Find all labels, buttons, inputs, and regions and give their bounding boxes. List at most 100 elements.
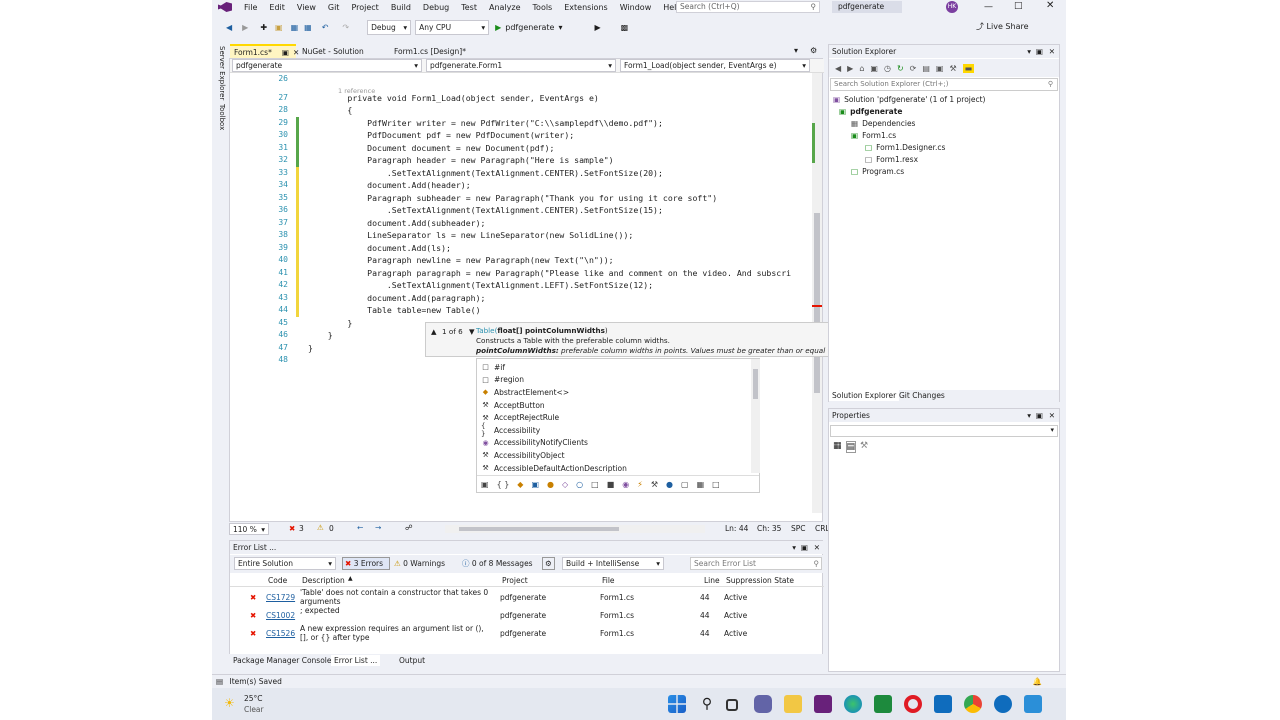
sync-icon[interactable]: ↻ xyxy=(897,64,904,73)
autocomplete-item[interactable]: ⚒ AccessibilityObject xyxy=(481,449,564,462)
pin-icon[interactable]: ▣ xyxy=(1036,409,1043,422)
forward-icon[interactable]: ▶ xyxy=(847,64,853,73)
refresh-icon[interactable]: ⟳ xyxy=(910,64,917,73)
green-app-icon[interactable] xyxy=(874,695,892,713)
solution-tree-item[interactable]: □ Form1.resx xyxy=(865,153,918,165)
filter-property-icon[interactable]: ⚒ xyxy=(651,480,658,489)
code-link[interactable]: CS1526 xyxy=(266,629,295,638)
warning-count[interactable]: 0 xyxy=(329,524,334,533)
code-line[interactable]: document.Add(subheader); xyxy=(308,217,485,230)
save-icon[interactable]: ▦ xyxy=(291,23,299,32)
edge-icon[interactable] xyxy=(844,695,862,713)
code-line[interactable]: Paragraph paragraph = new Paragraph("Ple… xyxy=(308,267,791,280)
code-line[interactable]: } xyxy=(308,317,352,330)
overload-down-icon[interactable]: ▼ xyxy=(469,327,475,336)
weather-desc[interactable]: Clear xyxy=(244,705,264,714)
zoom-select[interactable]: 110 % ▾ xyxy=(229,523,269,535)
horizontal-scrollbar[interactable] xyxy=(445,525,705,533)
menu-item-window[interactable]: Window xyxy=(614,3,658,12)
back-icon[interactable]: ◀ xyxy=(835,64,841,73)
side-tab-server-explorer[interactable]: Server Explorer xyxy=(212,44,226,102)
next-issue-icon[interactable]: → xyxy=(375,523,381,532)
build-filter-select[interactable]: Build + IntelliSense ▾ xyxy=(562,557,664,570)
side-tab-toolbox[interactable]: Toolbox xyxy=(212,104,226,144)
scroll-thumb[interactable] xyxy=(814,213,820,393)
tab-form1-design[interactable]: Form1.cs [Design]* xyxy=(390,44,480,58)
tab-solution-explorer[interactable]: Solution Explorer xyxy=(829,390,900,401)
live-share-button[interactable]: ⤴ Live Share xyxy=(976,21,1029,32)
code-line[interactable]: Paragraph newline = new Paragraph(new Te… xyxy=(308,254,613,267)
error-count[interactable]: 3 xyxy=(299,524,304,533)
tab-list-icon[interactable]: ▾ xyxy=(794,46,798,55)
autocomplete-item[interactable]: ◆ AbstractElement<> xyxy=(481,386,569,399)
solution-tree-item[interactable]: □ Program.cs xyxy=(851,165,904,177)
code-line[interactable]: Paragraph header = new Paragraph("Here i… xyxy=(308,154,613,167)
filter-namespace-icon[interactable]: { } xyxy=(497,480,510,489)
filter-event-icon[interactable]: ⚡ xyxy=(637,480,643,489)
autocomplete-item[interactable]: ⚒ AcceptRejectRule xyxy=(481,411,559,424)
autocomplete-item[interactable]: ◉ AccessibilityNotifyClients xyxy=(481,437,588,450)
code-icon[interactable] xyxy=(1024,695,1042,713)
filter-interface-icon[interactable]: ○ xyxy=(576,480,583,489)
code-line[interactable]: .SetTextAlignment(TextAlignment.LEFT).Se… xyxy=(308,279,653,292)
window-position-icon[interactable]: ▾ xyxy=(1027,409,1031,422)
platform-select[interactable]: Any CPU ▾ xyxy=(415,19,490,35)
code-line[interactable]: PdfWriter writer = new PdfWriter("C:\\sa… xyxy=(308,117,663,130)
collapse-icon[interactable]: ▤ xyxy=(922,64,930,73)
search-box[interactable]: Search (Ctrl+Q) ⚲ xyxy=(676,1,820,13)
autocomplete-scrollbar[interactable] xyxy=(751,359,760,473)
undo-icon[interactable]: ↶ xyxy=(322,23,329,32)
menu-item-build[interactable]: Build xyxy=(385,3,417,12)
error-row[interactable]: ✖ CS1002 ; expected pdfgenerate Form1.cs 44 Ac… xyxy=(230,606,820,625)
file-explorer-icon[interactable] xyxy=(784,695,802,713)
property-pages-icon[interactable]: ⚒ xyxy=(860,441,868,453)
column-suppression-state[interactable]: Suppression State xyxy=(726,576,794,585)
object-select[interactable]: ▾ xyxy=(830,425,1058,437)
pin-icon[interactable]: ▣ xyxy=(282,48,289,57)
debug-icon[interactable]: ▶ xyxy=(595,23,601,32)
solution-search-input[interactable]: Search Solution Explorer (Ctrl+;) ⚲ xyxy=(830,78,1058,91)
settings-icon[interactable]: ⚙ xyxy=(810,46,817,55)
errors-toggle[interactable]: ✖ 3 Errors xyxy=(342,557,390,570)
autocomplete-item[interactable]: □ #region xyxy=(481,374,524,387)
scroll-thumb[interactable] xyxy=(459,527,619,531)
menu-item-tools[interactable]: Tools xyxy=(527,3,559,12)
messages-toggle[interactable]: ⓘ 0 of 8 Messages xyxy=(462,558,533,569)
code-line[interactable]: Paragraph subheader = new Paragraph("Tha… xyxy=(308,192,717,205)
back-icon[interactable]: ◀ xyxy=(226,23,232,32)
preview-icon[interactable]: ▬ xyxy=(962,63,975,73)
solution-tree-item[interactable]: ▦ Dependencies xyxy=(851,117,915,129)
error-row[interactable]: ✖ CS1729 'Table' does not contain a constr… xyxy=(230,588,820,607)
error-row[interactable]: ✖ CS1526 A new expression requires an argu… xyxy=(230,624,820,643)
tab-package-manager[interactable]: Package Manager Console xyxy=(233,656,332,665)
code-line[interactable]: { xyxy=(308,104,352,117)
new-project-icon[interactable]: ✚ xyxy=(260,23,267,32)
menu-item-test[interactable]: Test xyxy=(455,3,483,12)
code-line[interactable]: Table table=new Table() xyxy=(308,304,480,317)
tab-git-changes[interactable]: Git Changes xyxy=(899,391,945,400)
menu-item-extensions[interactable]: Extensions xyxy=(558,3,613,12)
filter-toggle-icon[interactable]: ▣ xyxy=(481,480,489,489)
autocomplete-popup[interactable]: □ #if □ #region ◆ AbstractElement<> ⚒ AcceptBut… xyxy=(476,358,760,493)
filter-expand-icon[interactable]: □ xyxy=(712,480,720,489)
menu-item-file[interactable]: File xyxy=(238,3,263,12)
teams-icon[interactable] xyxy=(994,695,1012,713)
filter-constant-icon[interactable]: ■ xyxy=(607,480,615,489)
close-icon[interactable]: ✕ xyxy=(814,541,820,554)
switch-views-icon[interactable]: ▣ xyxy=(870,64,878,73)
avatar[interactable]: HK xyxy=(946,1,958,13)
task-view-icon[interactable] xyxy=(726,699,738,711)
filter-module-icon[interactable]: □ xyxy=(591,480,599,489)
close-button[interactable]: ✕ xyxy=(1046,0,1054,11)
prev-issue-icon[interactable]: ← xyxy=(357,523,363,532)
config-select[interactable]: Debug ▾ xyxy=(367,19,412,35)
notifications-icon[interactable]: 🔔 xyxy=(1033,675,1042,689)
tab-output[interactable]: Output xyxy=(399,656,425,665)
alphabetical-icon[interactable]: ▤ xyxy=(845,441,857,453)
minimize-button[interactable]: — xyxy=(984,2,993,12)
search-icon[interactable]: ⚲ xyxy=(698,695,716,713)
column-project[interactable]: Project xyxy=(502,576,528,585)
filter-snippet-icon[interactable]: ▦ xyxy=(697,480,705,489)
scroll-thumb[interactable] xyxy=(753,369,758,399)
column-file[interactable]: File xyxy=(602,576,615,585)
